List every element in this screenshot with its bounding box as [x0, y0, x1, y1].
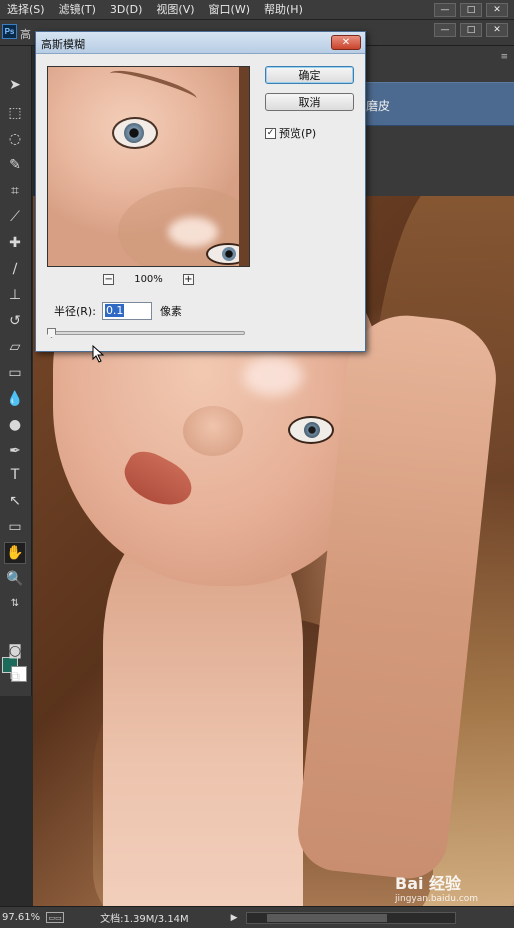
- menu-window[interactable]: 窗口(W): [202, 0, 257, 20]
- menu-view[interactable]: 视图(V): [149, 0, 201, 20]
- preview-eyebrow: [107, 67, 199, 109]
- layer-row-selected[interactable]: 磨皮: [366, 82, 514, 126]
- radius-unit: 像素: [159, 305, 182, 318]
- filter-preview[interactable]: [47, 66, 250, 267]
- radius-row: 半径(R): 0.1 像素: [54, 302, 182, 320]
- status-bar: 97.61% ▭▭ 文档:1.39M/3.14M ▶: [0, 906, 514, 928]
- radius-value: 0.1: [104, 304, 125, 317]
- app-window-controls: — □ ✕: [434, 0, 508, 20]
- move-tool-icon[interactable]: ➤: [4, 74, 26, 96]
- preview-eye: [112, 117, 158, 149]
- healing-brush-tool-icon[interactable]: ✚: [4, 232, 26, 254]
- menu-bar: 选择(S) 滤镜(T) 3D(D) 视图(V) 窗口(W) 帮助(H) — □ …: [0, 0, 514, 20]
- status-menu-arrow-icon[interactable]: ▶: [231, 913, 238, 923]
- document-window-controls: — □ ✕: [434, 23, 508, 37]
- photo-eye: [288, 416, 334, 444]
- dialog-close-button[interactable]: ✕: [331, 35, 361, 50]
- eraser-tool-icon[interactable]: ▱: [4, 336, 26, 358]
- clone-stamp-tool-icon[interactable]: ⊥: [4, 284, 26, 306]
- photo-highlight: [243, 356, 303, 396]
- quick-select-tool-icon[interactable]: ✎: [4, 154, 26, 176]
- zoom-tool-icon[interactable]: 🔍: [4, 568, 26, 590]
- horizontal-scrollbar[interactable]: [245, 911, 456, 924]
- doc-maximize-button[interactable]: □: [460, 23, 482, 37]
- preview-checkbox[interactable]: ✓: [265, 127, 276, 139]
- path-select-tool-icon[interactable]: ↖: [4, 490, 26, 512]
- brush-tool-icon[interactable]: ∕: [4, 258, 26, 280]
- horizontal-scrollbar-thumb[interactable]: [266, 913, 387, 922]
- preview-checkbox-label: 预览(P): [279, 127, 317, 140]
- baidu-jingyan-watermark: Bai 经验 jingyan.baidu.com: [395, 870, 513, 906]
- minimize-button[interactable]: —: [434, 3, 456, 17]
- document-size-status: 文档:1.39M/3.14M: [100, 914, 189, 925]
- radius-slider-thumb[interactable]: [47, 328, 56, 338]
- dialog-titlebar[interactable]: 高斯模糊 ✕: [36, 32, 365, 54]
- panel-menu-icon[interactable]: ≡: [500, 52, 508, 62]
- menu-select[interactable]: 选择(S): [0, 0, 52, 20]
- maximize-button[interactable]: □: [460, 3, 482, 17]
- layers-panel: ≡ 磨皮 ⊕ ◉ 🗑: [366, 46, 514, 239]
- preview-highlight: [168, 217, 218, 247]
- marquee-tool-icon[interactable]: ⬚: [4, 102, 26, 124]
- screen-mode-icon[interactable]: ⧉: [4, 666, 26, 688]
- pen-tool-icon[interactable]: ✒: [4, 440, 26, 462]
- photo-nose: [183, 406, 243, 456]
- watermark-main: Bai 经验: [395, 874, 462, 893]
- quick-mask-icon[interactable]: ◙: [4, 640, 26, 662]
- preview-hair: [239, 67, 249, 266]
- preview-option: ✓ 预览(P): [265, 125, 316, 141]
- gaussian-blur-dialog: 高斯模糊 ✕ − 100% + 半径(R): 0.1 像素 确定 取消 ✓ 预览…: [35, 31, 366, 352]
- radius-slider[interactable]: [49, 331, 245, 335]
- eyedropper-tool-icon[interactable]: ⟋: [4, 206, 26, 228]
- ok-button[interactable]: 确定: [265, 66, 354, 84]
- dialog-title: 高斯模糊: [41, 38, 85, 51]
- cancel-button[interactable]: 取消: [265, 93, 354, 111]
- history-brush-tool-icon[interactable]: ↺: [4, 310, 26, 332]
- document-tab[interactable]: 高: [20, 26, 31, 42]
- swap-colors-icon[interactable]: ⇅: [4, 592, 26, 614]
- hand-tool-icon[interactable]: ✋: [4, 542, 26, 564]
- photoshop-logo-icon: Ps: [2, 24, 17, 39]
- shape-tool-icon[interactable]: ▭: [4, 516, 26, 538]
- zoom-level: 100%: [134, 273, 163, 285]
- close-button[interactable]: ✕: [486, 3, 508, 17]
- watermark-sub: jingyan.baidu.com: [395, 894, 479, 904]
- zoom-status[interactable]: 97.61%: [2, 912, 40, 923]
- layer-name: 磨皮: [366, 99, 391, 113]
- lasso-tool-icon[interactable]: ◌: [4, 128, 26, 150]
- blur-tool-icon[interactable]: 💧: [4, 388, 26, 410]
- radius-label: 半径(R):: [54, 305, 96, 318]
- mouse-cursor-icon: [92, 345, 105, 363]
- dodge-tool-icon[interactable]: ●: [4, 414, 26, 436]
- preview-zoom-row: − 100% +: [47, 272, 250, 286]
- doc-close-button[interactable]: ✕: [486, 23, 508, 37]
- doc-minimize-button[interactable]: —: [434, 23, 456, 37]
- radius-input[interactable]: 0.1: [101, 302, 152, 320]
- type-tool-icon[interactable]: T: [4, 464, 26, 486]
- status-info-icon[interactable]: ▭▭: [46, 912, 65, 923]
- menu-help[interactable]: 帮助(H): [257, 0, 310, 20]
- crop-tool-icon[interactable]: ⌗: [4, 180, 26, 202]
- zoom-in-button[interactable]: +: [182, 273, 194, 285]
- tools-panel: ➤ ⬚ ◌ ✎ ⌗ ⟋ ✚ ∕ ⊥ ↺ ▱ ▭ 💧 ● ✒ T ↖ ▭ ✋ 🔍 …: [0, 46, 32, 696]
- gradient-tool-icon[interactable]: ▭: [4, 362, 26, 384]
- zoom-out-button[interactable]: −: [103, 273, 115, 285]
- menu-3d[interactable]: 3D(D): [103, 0, 150, 20]
- menu-filter[interactable]: 滤镜(T): [52, 0, 103, 20]
